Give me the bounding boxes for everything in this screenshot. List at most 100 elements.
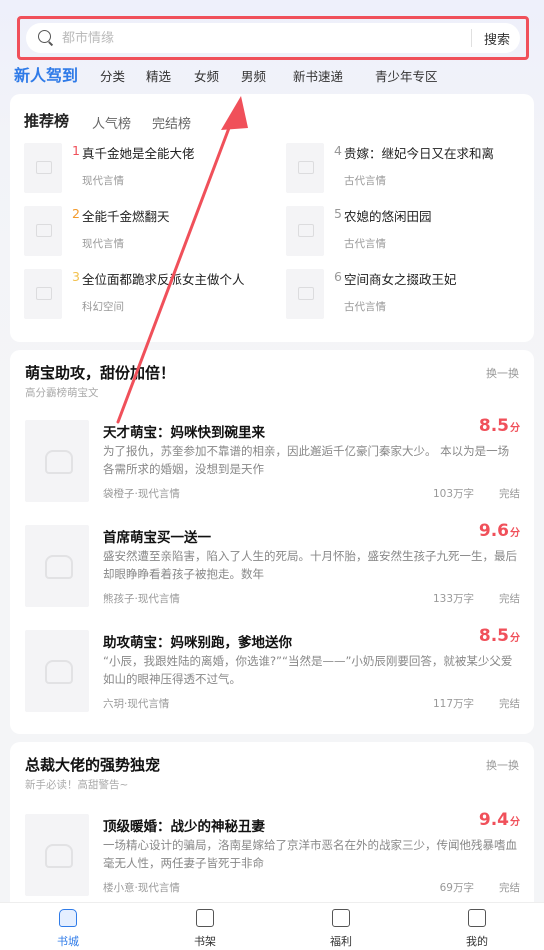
rank-genre: 科幻空间 [82,301,124,313]
tab-featured[interactable]: 精选 [146,66,171,85]
rank-title: 空间商女之掇政王妃 [344,272,457,287]
book-cover [286,143,324,193]
book-item[interactable]: 助攻萌宝：妈咪别跑，爹地送你 8.5分 “小辰，我跟姓陆的离婚，你选谁?”“当然… [25,626,520,730]
rank-title: 全能千金燃翻天 [82,209,170,224]
rank-item[interactable]: 3 全位面都跪求反派女主做个人 科幻空间 [24,269,264,321]
search-button[interactable]: 搜索 [484,29,510,48]
book-cover [25,814,89,896]
rank-tab-recommend[interactable]: 推荐榜 [24,110,69,131]
book-word-count: 69万字 [439,882,474,894]
book-status: 完结 [499,882,520,894]
book-title: 天才萌宝：妈咪快到碗里来 [103,425,265,441]
search-icon [38,30,54,46]
book-author: 楼小意·现代言情 [103,882,180,894]
rank-genre: 古代言情 [344,301,386,313]
bottom-nav: 书城 书架 福利 我的 [0,902,544,950]
rank-title: 农媳的悠闲田园 [344,209,432,224]
rank-tab-popular[interactable]: 人气榜 [92,113,131,132]
rank-title: 贵嫁：继妃今日又在求和离 [344,146,495,161]
book-score: 9.4分 [478,810,520,830]
rank-genre: 现代言情 [82,175,124,187]
section-subtitle: 新手必读！高甜警告~ [25,779,129,791]
rank-title: 真千金她是全能大佬 [82,146,195,161]
profile-icon [468,909,486,927]
book-cover [286,269,324,319]
book-cover [25,420,89,502]
rank-item[interactable]: 6 空间商女之掇政王妃 古代言情 [286,269,526,321]
rank-number: 1 [72,143,80,158]
section-title: 总裁大佬的强势独宠 [25,756,161,774]
book-score: 8.5分 [478,416,520,436]
bookshelf-icon [196,909,214,927]
tab-female[interactable]: 女频 [194,66,219,85]
book-cover [25,525,89,607]
book-item[interactable]: 首席萌宝买一送一 9.6分 盛安然遭至亲陷害，陷入了人生的死局。十月怀胎，盛安然… [25,521,520,625]
refresh-button[interactable]: 换一换 [486,757,519,773]
book-author: 熊孩子·现代言情 [103,593,180,605]
bookstore-icon [59,909,77,927]
book-word-count: 117万字 [432,698,474,710]
rank-title: 全位面都跪求反派女主做个人 [82,272,245,287]
rank-number: 2 [72,206,80,221]
book-status: 完结 [499,593,520,605]
book-item[interactable]: 天才萌宝：妈咪快到碗里来 8.5分 为了报仇，苏奎参加不靠谱的相亲，因此邂逅千亿… [25,416,520,520]
book-description: 为了报仇，苏奎参加不靠谱的相亲，因此邂逅千亿豪门秦家大少。 本以为是一场各需所求… [103,444,510,476]
rank-item[interactable]: 4 贵嫁：继妃今日又在求和离 古代言情 [286,143,526,195]
book-cover [24,269,62,319]
tab-new-books[interactable]: 新书速递 [293,66,343,85]
nav-rewards[interactable]: 福利 [301,903,381,950]
book-cover [286,206,324,256]
ranking-card: 推荐榜 人气榜 完结榜 1 真千金她是全能大佬 现代言情 2 全能千金燃翻天 现… [10,94,534,342]
rank-number: 6 [334,269,342,284]
tab-category[interactable]: 分类 [100,66,125,85]
nav-profile[interactable]: 我的 [437,903,517,950]
section-ceo-romance: 总裁大佬的强势独宠 新手必读！高甜警告~ 换一换 顶级暖婚：战少的神秘丑妻 9.… [10,742,534,912]
book-score: 8.5分 [478,626,520,646]
search-divider [470,29,472,47]
rank-genre: 古代言情 [344,175,386,187]
rank-number: 4 [334,143,342,158]
rank-number: 5 [334,206,342,221]
rank-genre: 现代言情 [82,238,124,250]
book-status: 完结 [499,488,520,500]
book-description: 盛安然遭至亲陷害，陷入了人生的死局。十月怀胎，盛安然生孩子九死一生，最后却眼睁睁… [103,549,517,581]
rank-item[interactable]: 1 真千金她是全能大佬 现代言情 [24,143,264,195]
book-cover [24,206,62,256]
rank-item[interactable]: 5 农媳的悠闲田园 古代言情 [286,206,526,258]
nav-label: 书城 [57,935,79,948]
rank-genre: 古代言情 [344,238,386,250]
channel-tabs: 新人驾到 分类 精选 女频 男频 新书速递 青少年专区 [14,62,534,86]
tab-youth[interactable]: 青少年专区 [375,66,438,85]
book-title: 首席萌宝买一送一 [103,530,211,546]
book-description: 一场精心设计的骗局，洛南星嫁给了京洋市恶名在外的战家三少，传闻他残暴嗜血毫无人性… [103,838,517,870]
book-cover [24,143,62,193]
rank-tab-finished[interactable]: 完结榜 [152,113,191,132]
book-title: 助攻萌宝：妈咪别跑，爹地送你 [103,635,292,651]
search-input[interactable] [62,30,465,46]
book-cover [25,630,89,712]
tab-male[interactable]: 男频 [241,66,266,85]
book-word-count: 103万字 [432,488,474,500]
nav-label: 福利 [330,935,352,948]
tab-new-user[interactable]: 新人驾到 [14,62,78,86]
book-status: 完结 [499,698,520,710]
rank-item[interactable]: 2 全能千金燃翻天 现代言情 [24,206,264,258]
section-cute-baby: 萌宝助攻，甜份加倍！ 高分霸榜萌宝文 换一换 天才萌宝：妈咪快到碗里来 8.5分… [10,350,534,734]
nav-bookstore[interactable]: 书城 [28,903,108,950]
book-score: 9.6分 [478,521,520,541]
rank-number: 3 [72,269,80,284]
book-author: 六玥·现代言情 [103,698,170,710]
section-subtitle: 高分霸榜萌宝文 [25,387,99,399]
book-word-count: 133万字 [432,593,474,605]
nav-bookshelf[interactable]: 书架 [165,903,245,950]
nav-label: 我的 [466,935,488,948]
book-item[interactable]: 顶级暖婚：战少的神秘丑妻 9.4分 一场精心设计的骗局，洛南星嫁给了京洋市恶名在… [25,810,520,914]
search-bar[interactable]: 搜索 [26,23,520,53]
book-description: “小辰，我跟姓陆的离婚，你选谁?”“当然是——”小奶辰刚要回答，就被某少父爱如山… [103,654,513,686]
book-author: 袋橙子·现代言情 [103,488,180,500]
refresh-button[interactable]: 换一换 [486,365,519,381]
gift-icon [332,909,350,927]
nav-label: 书架 [194,935,216,948]
search-highlight-box: 搜索 [17,16,529,60]
section-title: 萌宝助攻，甜份加倍！ [25,364,176,382]
